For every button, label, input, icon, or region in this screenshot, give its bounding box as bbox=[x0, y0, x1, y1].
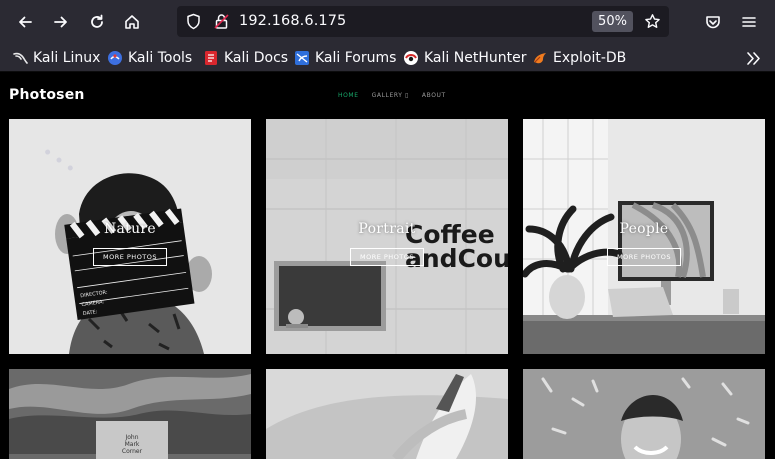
bookmark-star-icon[interactable] bbox=[644, 13, 661, 30]
bookmarks-toolbar: Kali Linux Kali Tools Kali Docs Kali For… bbox=[0, 43, 775, 72]
zoom-level-badge[interactable]: 50% bbox=[592, 11, 633, 32]
photo-book-water: John Mark Corner bbox=[9, 369, 251, 459]
web-page: Photosen HOME GALLERY ▯ ABOUT DIRECTOR: … bbox=[0, 73, 775, 459]
bookmark-kali-forums[interactable]: Kali Forums bbox=[294, 48, 396, 67]
kali-docs-icon bbox=[205, 50, 217, 65]
bookmark-label: Kali Docs bbox=[224, 49, 289, 66]
site-logo[interactable]: Photosen bbox=[9, 87, 85, 103]
tile-title: Portrait bbox=[358, 221, 416, 237]
insecure-lock-icon[interactable] bbox=[213, 13, 230, 30]
photo-smiling-man bbox=[523, 369, 765, 459]
gallery-tile-smiling-man[interactable] bbox=[523, 369, 765, 459]
site-nav: HOME GALLERY ▯ ABOUT bbox=[338, 92, 459, 99]
nav-link-gallery[interactable]: GALLERY ▯ bbox=[372, 92, 409, 99]
reload-icon bbox=[91, 14, 103, 28]
shield-icon[interactable] bbox=[185, 13, 202, 30]
bookmark-exploit-db[interactable]: Exploit-DB bbox=[532, 48, 626, 67]
forward-button[interactable] bbox=[48, 9, 74, 35]
bookmark-kali-nethunter[interactable]: Kali NetHunter bbox=[403, 48, 526, 67]
book-line2: Mark bbox=[125, 441, 140, 448]
bookmark-label: Kali Tools bbox=[128, 49, 193, 66]
gallery-tile-people[interactable]: People MORE PHOTOS bbox=[523, 119, 765, 354]
url-bar[interactable]: 192.168.6.175 50% bbox=[177, 6, 669, 37]
bookmark-label: Kali Linux bbox=[33, 49, 101, 66]
bookmark-kali-tools[interactable]: Kali Tools bbox=[107, 48, 192, 67]
exploit-db-icon bbox=[534, 52, 546, 63]
gallery-tile-book[interactable]: John Mark Corner bbox=[9, 369, 251, 459]
app-menu-button[interactable] bbox=[736, 9, 762, 35]
kali-nethunter-icon bbox=[404, 50, 418, 65]
bookmark-label: Exploit-DB bbox=[553, 49, 627, 66]
more-photos-button[interactable]: MORE PHOTOS bbox=[607, 248, 681, 266]
gallery-tile-person-lying[interactable] bbox=[266, 369, 508, 459]
pocket-icon bbox=[706, 16, 720, 29]
bookmark-label: Kali NetHunter bbox=[424, 49, 527, 66]
bookmark-label: Kali Forums bbox=[315, 49, 397, 66]
reload-button[interactable] bbox=[84, 9, 110, 35]
bookmark-kali-linux[interactable]: Kali Linux bbox=[12, 48, 100, 67]
nav-link-about[interactable]: ABOUT bbox=[422, 92, 446, 99]
double-chevron-right-icon bbox=[747, 52, 760, 65]
more-photos-button[interactable]: MORE PHOTOS bbox=[93, 248, 167, 266]
kali-tools-icon bbox=[108, 50, 122, 65]
book-line3: Corner bbox=[122, 448, 143, 455]
arrow-left-icon bbox=[19, 16, 32, 28]
kali-forums-icon bbox=[295, 50, 309, 65]
more-photos-button[interactable]: MORE PHOTOS bbox=[350, 248, 424, 266]
hamburger-menu-icon bbox=[742, 17, 756, 27]
tile-title: People bbox=[619, 221, 669, 237]
gallery-tile-portrait[interactable]: Coffee andCoup Portrait MORE PHOTOS bbox=[266, 119, 508, 354]
kali-dragon-icon bbox=[13, 52, 28, 64]
book-line1: John bbox=[124, 434, 138, 441]
site-header: Photosen HOME GALLERY ▯ ABOUT bbox=[0, 73, 775, 117]
url-text[interactable]: 192.168.6.175 bbox=[239, 13, 346, 29]
browser-toolbar: 192.168.6.175 50% bbox=[0, 0, 775, 43]
photo-person-lying bbox=[266, 369, 508, 459]
back-button[interactable] bbox=[12, 9, 38, 35]
home-button[interactable] bbox=[119, 9, 145, 35]
home-icon bbox=[125, 15, 139, 29]
arrow-right-icon bbox=[54, 16, 67, 28]
nav-link-home[interactable]: HOME bbox=[338, 92, 359, 99]
tile-title: Nature bbox=[103, 221, 157, 237]
bookmark-kali-docs[interactable]: Kali Docs bbox=[203, 48, 288, 67]
gallery-tile-nature[interactable]: DIRECTOR: CAMERA: DATE: Nature MORE PHOT… bbox=[9, 119, 251, 354]
pocket-button[interactable] bbox=[700, 9, 726, 35]
bookmarks-overflow-button[interactable] bbox=[745, 49, 767, 68]
